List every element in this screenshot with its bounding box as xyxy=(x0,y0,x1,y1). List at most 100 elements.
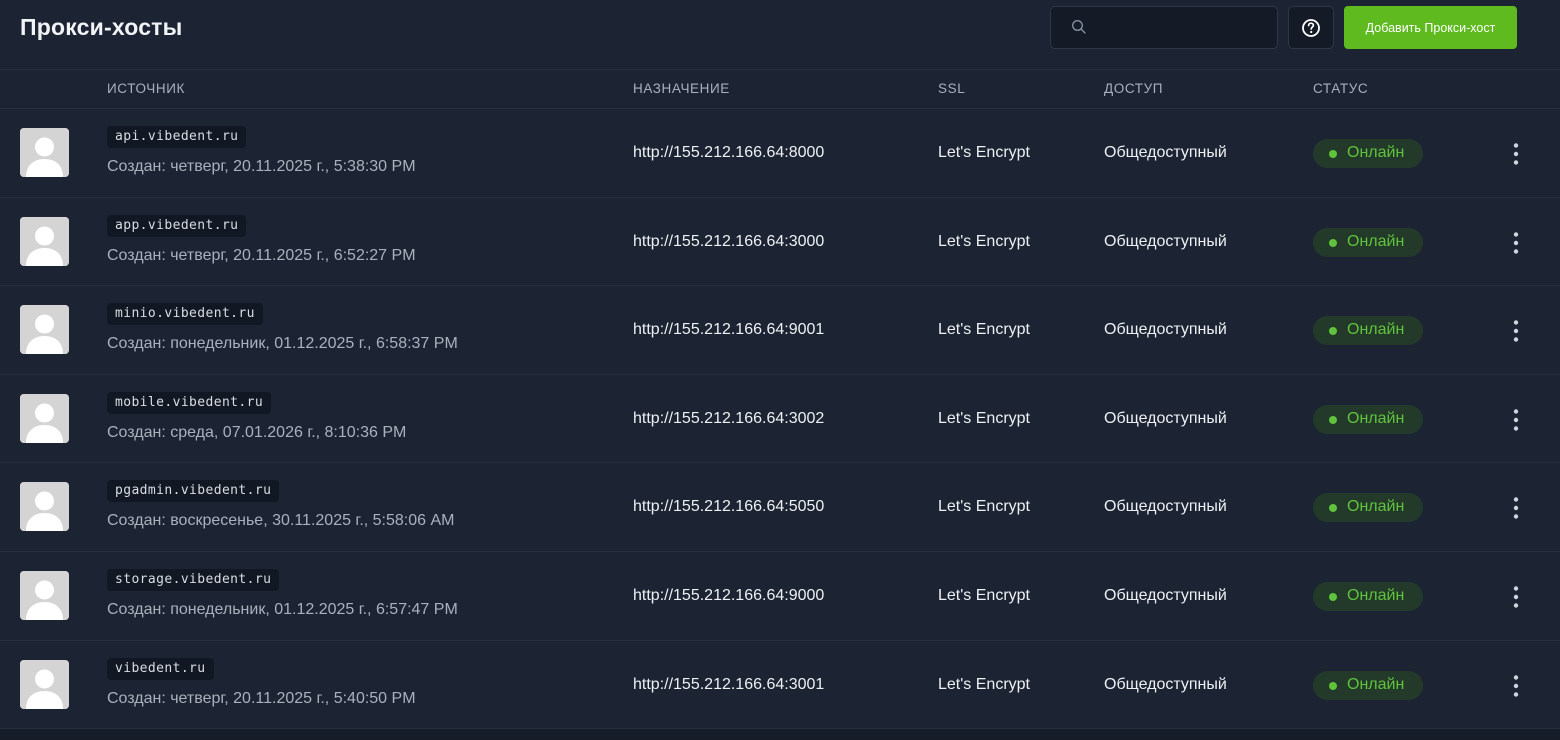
destination-url: http://155.212.166.64:9001 xyxy=(633,321,825,339)
row-actions-button[interactable] xyxy=(1504,582,1528,612)
column-header-access[interactable]: ДОСТУП xyxy=(1104,81,1163,96)
proxy-host-list: api.vibedent.ru Создан: четверг, 20.11.2… xyxy=(0,109,1560,730)
destination-url: http://155.212.166.64:3001 xyxy=(633,675,825,693)
status-text: Онлайн xyxy=(1347,675,1405,693)
ssl-provider: Let's Encrypt xyxy=(938,409,1030,427)
created-date: Создан: четверг, 20.11.2025 г., 5:40:50 … xyxy=(107,689,416,707)
row-actions-button[interactable] xyxy=(1504,139,1528,169)
created-date: Создан: понедельник, 01.12.2025 г., 6:58… xyxy=(107,335,458,353)
add-proxy-host-button[interactable]: Добавить Прокси-хост xyxy=(1344,6,1517,49)
search-box[interactable] xyxy=(1050,6,1278,50)
status-dot-icon xyxy=(1329,327,1337,336)
search-icon xyxy=(1072,20,1086,34)
more-vertical-icon xyxy=(1513,143,1519,165)
table-row[interactable]: mobile.vibedent.ru Создан: среда, 07.01.… xyxy=(0,375,1560,464)
more-vertical-icon xyxy=(1513,320,1519,342)
status-text: Онлайн xyxy=(1347,586,1405,604)
table-header: ИСТОЧНИК НАЗНАЧЕНИЕ SSL ДОСТУП СТАТУС xyxy=(0,69,1560,109)
status-dot-icon xyxy=(1329,415,1337,424)
row-actions-button[interactable] xyxy=(1504,671,1528,701)
status-text: Онлайн xyxy=(1347,498,1405,516)
status-badge: Онлайн xyxy=(1313,316,1423,346)
status-dot-icon xyxy=(1329,504,1337,513)
table-row[interactable]: pgadmin.vibedent.ru Создан: воскресенье,… xyxy=(0,463,1560,552)
status-badge: Онлайн xyxy=(1313,493,1423,523)
more-vertical-icon xyxy=(1513,231,1519,254)
page-header: Прокси-хосты Добавить Прокси-хост xyxy=(0,0,1560,68)
more-vertical-icon xyxy=(1513,409,1519,431)
column-header-destination[interactable]: НАЗНАЧЕНИЕ xyxy=(633,81,730,96)
status-text: Онлайн xyxy=(1347,144,1405,161)
table-footer xyxy=(0,729,1560,740)
destination-url: http://155.212.166.64:3002 xyxy=(633,409,825,427)
page-title: Прокси-хосты xyxy=(20,14,183,40)
user-avatar-icon xyxy=(20,393,69,443)
table-row[interactable]: storage.vibedent.ru Создан: понедельник,… xyxy=(0,552,1560,641)
status-text: Онлайн xyxy=(1347,321,1405,339)
status-dot-icon xyxy=(1329,238,1337,247)
ssl-provider: Let's Encrypt xyxy=(938,144,1030,161)
destination-url: http://155.212.166.64:3000 xyxy=(633,232,825,250)
destination-url: http://155.212.166.64:8000 xyxy=(633,144,825,161)
created-date: Создан: понедельник, 01.12.2025 г., 6:57… xyxy=(107,600,458,618)
access-level: Общедоступный xyxy=(1104,409,1227,427)
proxy-hosts-page: Прокси-хосты Добавить Прокси-хост ИСТОЧН… xyxy=(0,0,1560,740)
more-vertical-icon xyxy=(1513,586,1519,608)
domain-name[interactable]: pgadmin.vibedent.ru xyxy=(107,480,280,503)
created-date: Создан: воскресенье, 30.11.2025 г., 5:58… xyxy=(107,512,455,530)
table-row[interactable]: api.vibedent.ru Создан: четверг, 20.11.2… xyxy=(0,109,1560,198)
domain-name[interactable]: minio.vibedent.ru xyxy=(107,303,263,326)
row-actions-button[interactable] xyxy=(1504,405,1528,435)
status-text: Онлайн xyxy=(1347,409,1405,427)
domain-name[interactable]: app.vibedent.ru xyxy=(107,214,247,237)
status-dot-icon xyxy=(1329,681,1337,690)
domain-name[interactable]: storage.vibedent.ru xyxy=(107,568,280,591)
domain-name[interactable]: api.vibedent.ru xyxy=(107,126,247,148)
access-level: Общедоступный xyxy=(1104,675,1227,693)
search-input[interactable] xyxy=(1095,7,1275,50)
status-badge: Онлайн xyxy=(1313,404,1423,434)
user-avatar-icon xyxy=(20,570,69,620)
ssl-provider: Let's Encrypt xyxy=(938,232,1030,250)
status-badge: Онлайн xyxy=(1313,670,1423,700)
more-vertical-icon xyxy=(1513,497,1519,520)
more-vertical-icon xyxy=(1513,674,1519,697)
table-row[interactable]: minio.vibedent.ru Создан: понедельник, 0… xyxy=(0,286,1560,375)
user-avatar-icon xyxy=(20,128,69,177)
destination-url: http://155.212.166.64:5050 xyxy=(633,498,825,516)
column-header-source[interactable]: ИСТОЧНИК xyxy=(107,81,185,96)
user-avatar-icon xyxy=(20,482,69,532)
ssl-provider: Let's Encrypt xyxy=(938,675,1030,693)
column-header-status[interactable]: СТАТУС xyxy=(1313,81,1368,96)
created-date: Создан: четверг, 20.11.2025 г., 5:38:30 … xyxy=(107,158,416,175)
row-actions-button[interactable] xyxy=(1504,228,1528,258)
help-circle-icon xyxy=(1302,18,1320,37)
table-row[interactable]: app.vibedent.ru Создан: четверг, 20.11.2… xyxy=(0,198,1560,287)
table-row[interactable]: vibedent.ru Создан: четверг, 20.11.2025 … xyxy=(0,641,1560,730)
help-button[interactable] xyxy=(1288,6,1334,49)
user-avatar-icon xyxy=(20,216,69,266)
ssl-provider: Let's Encrypt xyxy=(938,586,1030,604)
status-text: Онлайн xyxy=(1347,232,1405,250)
row-actions-button[interactable] xyxy=(1504,493,1528,523)
created-date: Создан: среда, 07.01.2026 г., 8:10:36 PM xyxy=(107,423,407,441)
status-dot-icon xyxy=(1329,592,1337,601)
access-level: Общедоступный xyxy=(1104,232,1227,250)
status-dot-icon xyxy=(1329,150,1337,158)
access-level: Общедоступный xyxy=(1104,586,1227,604)
status-badge: Онлайн xyxy=(1313,139,1423,168)
column-header-ssl[interactable]: SSL xyxy=(938,81,965,96)
domain-name[interactable]: vibedent.ru xyxy=(107,657,214,680)
access-level: Общедоступный xyxy=(1104,498,1227,516)
status-badge: Онлайн xyxy=(1313,227,1423,257)
ssl-provider: Let's Encrypt xyxy=(938,321,1030,339)
row-actions-button[interactable] xyxy=(1504,316,1528,346)
created-date: Создан: четверг, 20.11.2025 г., 6:52:27 … xyxy=(107,246,416,264)
status-badge: Онлайн xyxy=(1313,581,1423,611)
destination-url: http://155.212.166.64:9000 xyxy=(633,586,825,604)
access-level: Общедоступный xyxy=(1104,321,1227,339)
domain-name[interactable]: mobile.vibedent.ru xyxy=(107,391,272,414)
access-level: Общедоступный xyxy=(1104,144,1227,161)
ssl-provider: Let's Encrypt xyxy=(938,498,1030,516)
user-avatar-icon xyxy=(20,659,69,709)
